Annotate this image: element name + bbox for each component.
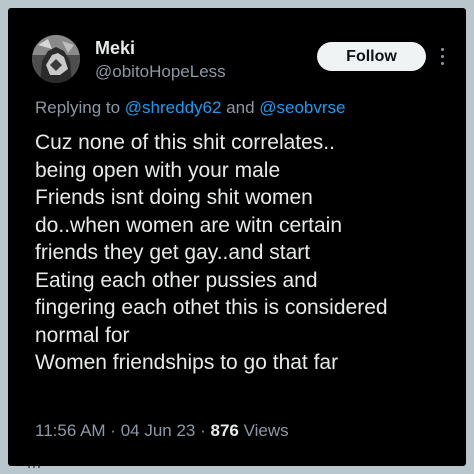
more-vertical-icon[interactable] <box>439 48 445 66</box>
tweet-time[interactable]: 11:56 AM <box>35 421 106 440</box>
replying-to-line: Replying to @shreddy62 and @seobvrse <box>35 98 346 118</box>
more-dot <box>440 55 444 58</box>
tweet-date[interactable]: 04 Jun 23 <box>121 421 196 440</box>
meta-separator: · <box>195 421 211 440</box>
tweet-text: Cuz none of this shit correlates.. being… <box>35 129 460 377</box>
tweet-line: Eating each other pussies and <box>35 268 318 292</box>
mention-link[interactable]: @seobvrse <box>259 98 345 117</box>
tweet-line: Friends isnt doing shit women <box>35 186 313 209</box>
avatar-image <box>32 35 80 83</box>
more-dot <box>440 62 444 65</box>
replying-to-joiner: and <box>221 98 260 117</box>
replying-to-label: Replying to <box>35 98 125 117</box>
avatar[interactable] <box>32 35 80 83</box>
tweet-line: do..when women are witn certain <box>35 213 342 237</box>
tweet-line: friends they get gay..and start <box>35 241 311 264</box>
tweet-line: Women friendships to go that far <box>35 351 339 374</box>
follow-button[interactable]: Follow <box>317 42 426 71</box>
tweet-line: fingering each othet this is considered <box>35 296 388 319</box>
more-dot <box>440 48 444 51</box>
tweet-line: being open with your male <box>35 158 281 182</box>
views-count[interactable]: 876 <box>210 421 238 440</box>
tweet-line: normal for <box>35 323 130 347</box>
tweet-card: Meki @obitoHopeLess Follow Replying to @… <box>8 8 466 466</box>
meta-separator: · <box>105 421 121 440</box>
tweet-line: Cuz none of this shit correlates.. <box>35 131 335 154</box>
tweet-metadata: 11:56 AM · 04 Jun 23 · 876 Views <box>35 421 289 441</box>
display-name[interactable]: Meki <box>95 38 135 58</box>
user-handle[interactable]: @obitoHopeLess <box>95 62 226 82</box>
ellipsis-icon <box>28 466 40 468</box>
mention-link[interactable]: @shreddy62 <box>125 98 222 117</box>
views-label: Views <box>238 421 289 440</box>
